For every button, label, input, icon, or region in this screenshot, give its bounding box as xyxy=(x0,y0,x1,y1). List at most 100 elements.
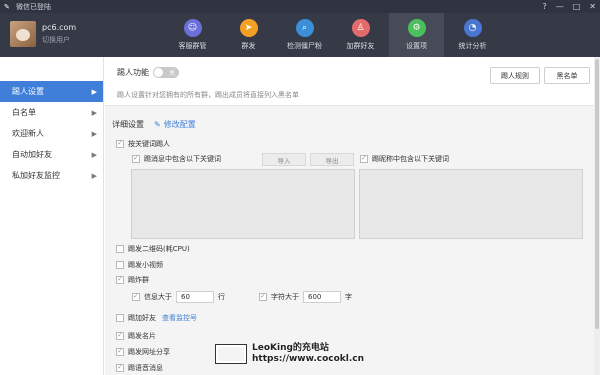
spam-group-row: 踢炸群 xyxy=(116,275,149,285)
spam-group-label: 踢炸群 xyxy=(128,276,149,284)
by-keyword-checkbox[interactable] xyxy=(116,139,124,148)
msg-keyword-row: 踢消息中包含以下关键词 xyxy=(132,154,221,164)
sidebar-item-kick-settings[interactable]: 踢人设置 ▶ xyxy=(0,81,103,102)
add-friend-row: 踢加好友 查看监控号 xyxy=(116,313,197,323)
close-icon[interactable]: ✕ xyxy=(589,2,596,11)
kick-function-card: 踢人功能 关 踢人设置针对您拥有的所有群，踢出成员将直接列入黑名单 踢人规则 黑… xyxy=(105,57,600,106)
chevron-right-icon: ▶ xyxy=(91,108,97,117)
app-logo-icon: ✎ xyxy=(4,2,10,11)
sidebar-item-private-monitor[interactable]: 私加好友监控 ▶ xyxy=(0,165,103,186)
video-checkbox[interactable] xyxy=(116,261,124,269)
video-label: 踢发小视频 xyxy=(128,261,163,269)
msg-keyword-checkbox[interactable] xyxy=(132,154,140,163)
header: pc6.com 切换用户 ☺ 客服群管 ➤ 群发 ⌕ 检测僵尸粉 ♙ 加群好友 … xyxy=(0,13,600,57)
window-title: 微信已登陆 xyxy=(16,2,51,11)
chevron-right-icon: ▶ xyxy=(91,129,97,138)
share-row: 踢发网址分享 xyxy=(116,347,170,357)
kick-rules-button[interactable]: 踢人规则 xyxy=(490,67,540,84)
info-over-label: 信息大于 xyxy=(144,293,172,301)
info-over-row: 信息大于 60 行 xyxy=(132,291,225,303)
send-icon: ➤ xyxy=(239,19,258,37)
main-tabs: ☺ 客服群管 ➤ 群发 ⌕ 检测僵尸粉 ♙ 加群好友 ⚙ 设置项 ◔ 统计分析 xyxy=(165,13,501,57)
kick-description: 踢人设置针对您拥有的所有群，踢出成员将直接列入黑名单 xyxy=(117,91,299,99)
nick-keyword-textarea[interactable] xyxy=(359,169,583,239)
share-checkbox[interactable] xyxy=(116,347,124,356)
sidebar: 踢人设置 ▶ 白名单 ▶ 欢迎新人 ▶ 自动加好友 ▶ 私加好友监控 ▶ xyxy=(0,57,104,375)
detail-settings-header: 详细设置 ✎ 修改配置 xyxy=(112,119,196,130)
qrcode-label: 踢发二维码(耗CPU) xyxy=(128,245,190,253)
detail-settings-label: 详细设置 xyxy=(112,120,144,129)
pie-chart-icon: ◔ xyxy=(463,19,482,37)
card-checkbox[interactable] xyxy=(116,331,124,340)
toggle-text: 关 xyxy=(168,70,175,77)
sidebar-item-label: 欢迎新人 xyxy=(12,129,44,138)
more-checkbox[interactable] xyxy=(116,363,124,372)
maximize-icon[interactable]: □ xyxy=(573,2,581,11)
video-row: 踢发小视频 xyxy=(116,260,163,270)
char-over-checkbox[interactable] xyxy=(259,292,267,301)
sidebar-item-label: 白名单 xyxy=(12,108,36,117)
info-unit-label: 行 xyxy=(218,293,225,301)
pencil-icon: ✎ xyxy=(154,120,161,129)
tab-detect-zombie[interactable]: ⌕ 检测僵尸粉 xyxy=(277,13,332,57)
msg-keyword-label: 踢消息中包含以下关键词 xyxy=(144,155,221,163)
info-over-checkbox[interactable] xyxy=(132,292,140,301)
nick-keyword-checkbox[interactable] xyxy=(360,154,368,163)
help-icon[interactable]: ? xyxy=(542,2,546,11)
spam-group-checkbox[interactable] xyxy=(116,275,124,284)
monitor-link[interactable]: 查看监控号 xyxy=(162,313,197,323)
tab-label: 群发 xyxy=(241,42,256,50)
sidebar-item-welcome[interactable]: 欢迎新人 ▶ xyxy=(0,123,103,144)
char-unit-label: 字 xyxy=(345,293,352,301)
add-friend-checkbox[interactable] xyxy=(116,314,124,322)
kick-function-toggle[interactable]: 关 xyxy=(153,67,179,78)
tab-label: 检测僵尸粉 xyxy=(287,42,322,50)
char-over-label: 字符大于 xyxy=(271,293,299,301)
by-keyword-row: 按关键词踢人 xyxy=(116,139,170,149)
tab-label: 加群好友 xyxy=(346,42,375,50)
qrcode-checkbox[interactable] xyxy=(116,245,124,253)
more-row: 踢语音消息 xyxy=(116,363,163,373)
char-over-row: 字符大于 600 字 xyxy=(259,291,352,303)
tab-add-friends[interactable]: ♙ 加群好友 xyxy=(333,13,388,57)
by-keyword-label: 按关键词踢人 xyxy=(128,140,170,148)
card-row: 踢发名片 xyxy=(116,331,156,341)
scrollbar[interactable] xyxy=(594,57,600,375)
watermark: LeoKing的充电站 https://www.cocokl.cn xyxy=(215,343,365,365)
switch-user-link[interactable]: 切换用户 xyxy=(42,35,76,45)
gear-icon: ⚙ xyxy=(407,19,426,37)
edit-config-link[interactable]: ✎ 修改配置 xyxy=(154,119,196,130)
watermark-line2: https://www.cocokl.cn xyxy=(252,354,365,364)
avatar[interactable] xyxy=(10,21,36,47)
sidebar-item-label: 私加好友监控 xyxy=(12,171,60,180)
import-button[interactable]: 导入 xyxy=(262,153,306,166)
window-controls: ? — □ ✕ xyxy=(542,0,596,13)
settings-panel: 踢人功能 关 踢人设置针对您拥有的所有群，踢出成员将直接列入黑名单 踢人规则 黑… xyxy=(105,57,600,375)
char-over-input[interactable]: 600 xyxy=(303,291,341,303)
info-over-input[interactable]: 60 xyxy=(176,291,214,303)
blacklist-button[interactable]: 黑名单 xyxy=(544,67,590,84)
watermark-logo xyxy=(215,344,247,364)
search-user-icon: ⌕ xyxy=(295,19,314,37)
account-name: pc6.com xyxy=(42,23,77,32)
share-label: 踢发网址分享 xyxy=(128,348,170,356)
export-button[interactable]: 导出 xyxy=(310,153,354,166)
tab-broadcast[interactable]: ➤ 群发 xyxy=(221,13,276,57)
sidebar-item-label: 自动加好友 xyxy=(12,150,52,159)
edit-config-label: 修改配置 xyxy=(163,120,196,129)
chevron-right-icon: ▶ xyxy=(91,171,97,180)
card-label: 踢发名片 xyxy=(128,332,156,340)
scrollbar-thumb[interactable] xyxy=(595,59,599,329)
sidebar-item-auto-add[interactable]: 自动加好友 ▶ xyxy=(0,144,103,165)
minimize-icon[interactable]: — xyxy=(556,2,564,11)
sidebar-item-whitelist[interactable]: 白名单 ▶ xyxy=(0,102,103,123)
tab-label: 设置项 xyxy=(406,42,427,50)
title-bar: ✎ 微信已登陆 ? — □ ✕ xyxy=(0,0,600,13)
qrcode-row: 踢发二维码(耗CPU) xyxy=(116,244,190,254)
tab-label: 客服群管 xyxy=(178,42,207,50)
tab-settings[interactable]: ⚙ 设置项 xyxy=(389,13,444,57)
chevron-right-icon: ▶ xyxy=(91,87,97,96)
tab-customer-group[interactable]: ☺ 客服群管 xyxy=(165,13,220,57)
tab-statistics[interactable]: ◔ 统计分析 xyxy=(445,13,500,57)
msg-keyword-textarea[interactable] xyxy=(131,169,355,239)
